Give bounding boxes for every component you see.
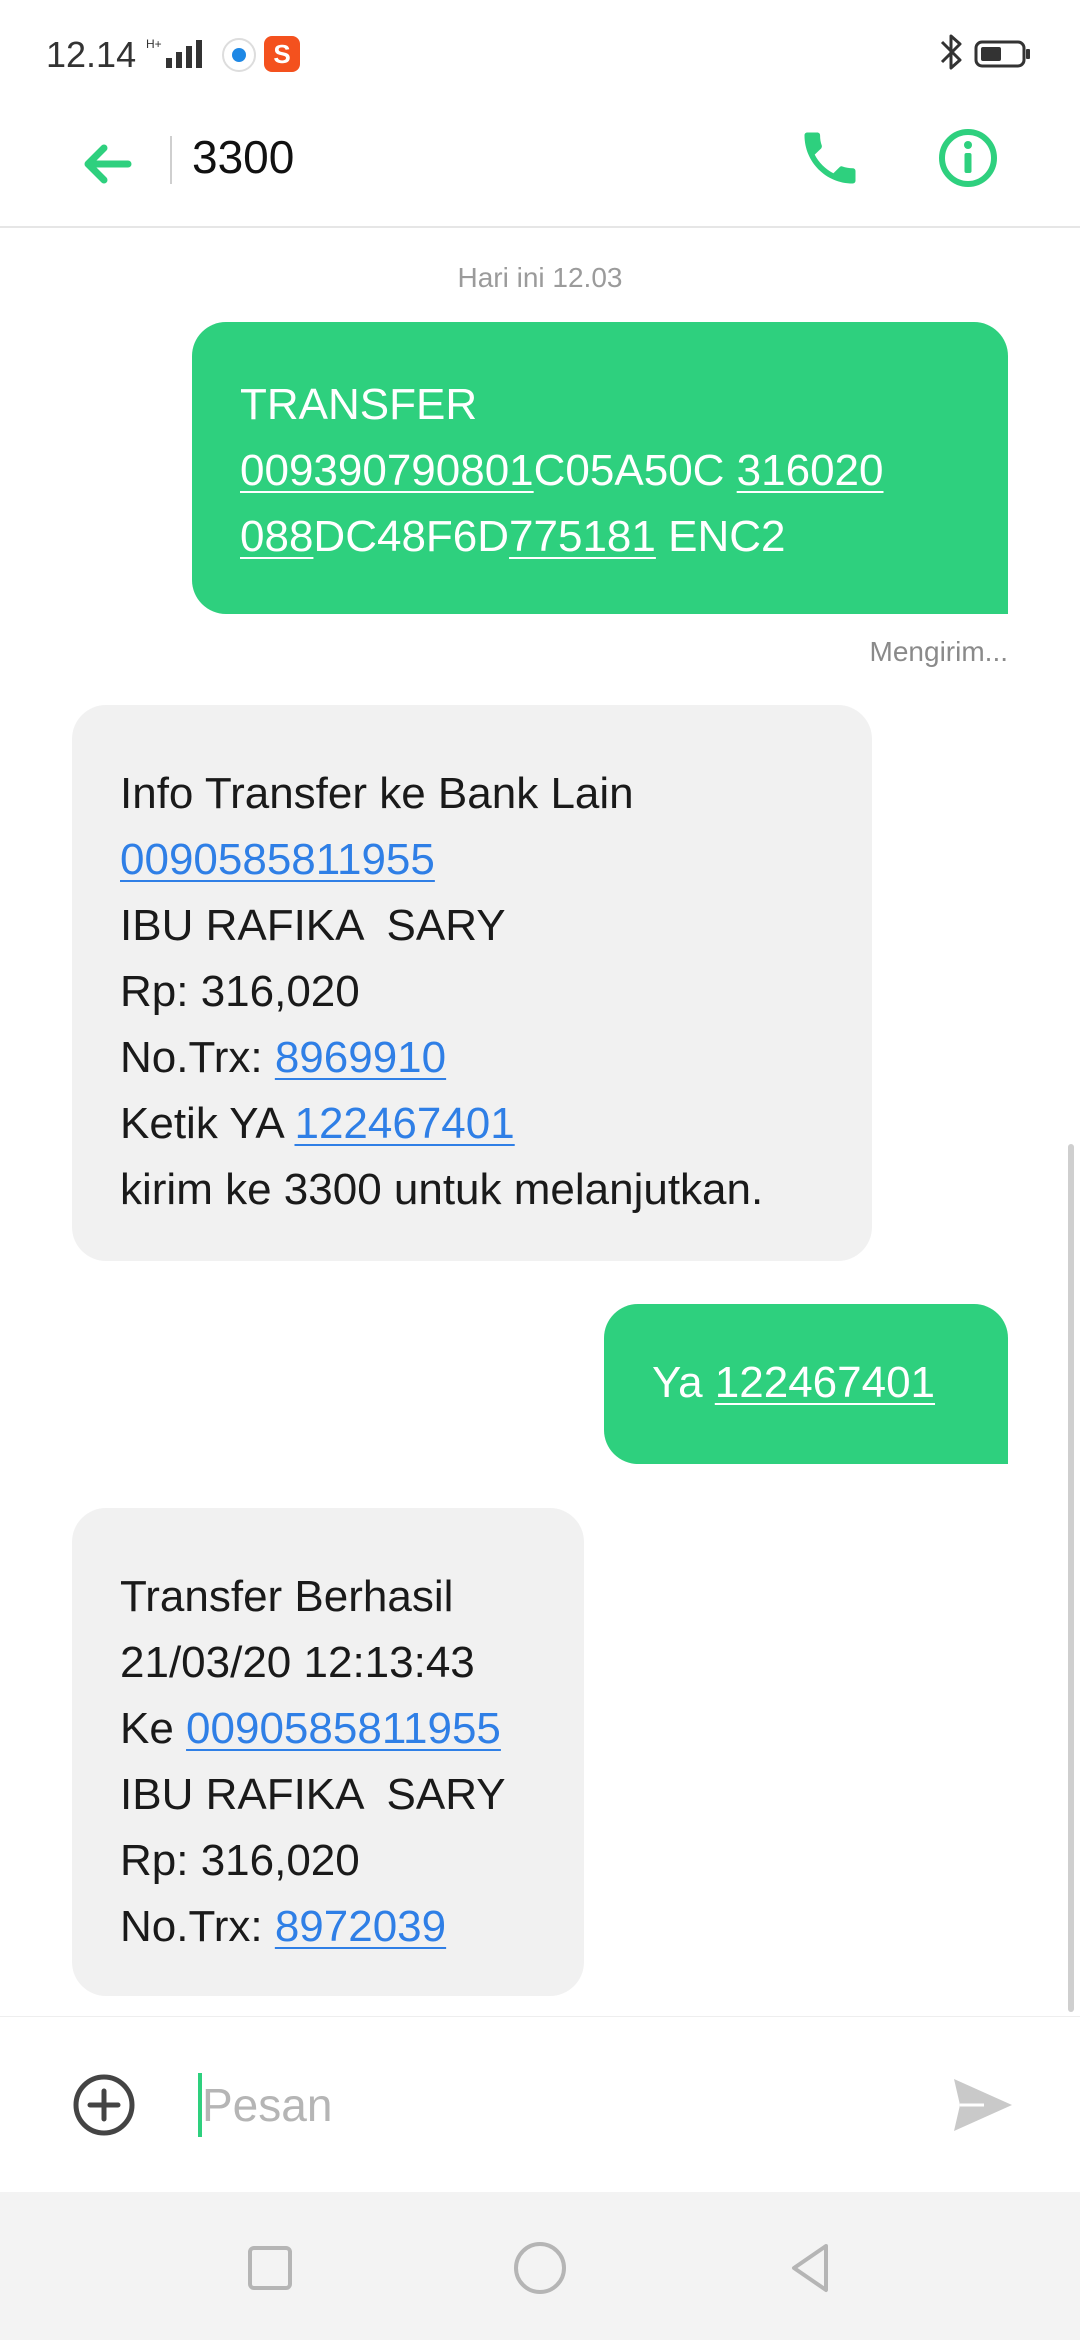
- bluetooth-icon: [940, 34, 962, 70]
- message-text: Ketik YA: [120, 1099, 295, 1148]
- message-text: IBU RAFIKA SARY: [120, 1770, 506, 1819]
- message-link[interactable]: 316020: [737, 446, 884, 495]
- message-line: TRANSFER: [240, 372, 960, 438]
- message-line: Info Transfer ke Bank Lain: [120, 761, 824, 827]
- message-line: Transfer Berhasil: [120, 1564, 536, 1630]
- message-text: No.Trx:: [120, 1902, 275, 1951]
- message-link[interactable]: 0090585811955: [120, 835, 435, 884]
- text-cursor: [198, 2073, 202, 2137]
- message-text: Info Transfer ke Bank Lain: [120, 769, 634, 818]
- message-text: DC48F6D: [313, 512, 510, 561]
- app-notification-icon: [222, 38, 256, 72]
- home-circle-icon[interactable]: [510, 2238, 570, 2298]
- info-icon[interactable]: [934, 124, 1002, 192]
- message-link[interactable]: 8972039: [275, 1902, 446, 1951]
- message-text: ENC2: [655, 512, 786, 561]
- phone-icon[interactable]: [796, 124, 864, 192]
- message-link[interactable]: 009390790801: [240, 446, 534, 495]
- message-link[interactable]: 122467401: [294, 1099, 514, 1148]
- system-nav-bar: [0, 2192, 1080, 2340]
- message-line: 088DC48F6D775181 ENC2: [240, 504, 960, 570]
- recent-apps-square-icon[interactable]: [240, 2238, 300, 2298]
- message-text: TRANSFER: [240, 380, 478, 429]
- message-line: 0090585811955: [120, 827, 824, 893]
- message-link[interactable]: 0090585811955: [186, 1704, 501, 1753]
- message-line: Ke 0090585811955: [120, 1696, 536, 1762]
- message-line: Rp: 316,020: [120, 1828, 536, 1894]
- message-text: Transfer Berhasil: [120, 1572, 454, 1621]
- outgoing-message-bubble[interactable]: TRANSFER 009390790801C05A50C 316020 088DC4…: [192, 322, 1008, 614]
- message-input[interactable]: [196, 2065, 896, 2145]
- status-time: 12.14: [46, 34, 137, 75]
- back-triangle-icon[interactable]: [782, 2238, 842, 2298]
- date-divider: Hari ini 12.03: [457, 262, 623, 293]
- battery-icon: [974, 40, 1030, 68]
- status-bar: 12.14 H+ S: [0, 0, 1080, 110]
- back-arrow-icon[interactable]: [70, 128, 142, 200]
- message-link[interactable]: 775181: [509, 512, 656, 561]
- message-text: Rp: 316,020: [120, 967, 360, 1016]
- message-text: Rp: 316,020: [120, 1836, 360, 1885]
- signal-icon: H+: [146, 37, 202, 68]
- message-line: Ketik YA 122467401: [120, 1091, 824, 1157]
- message-line: Rp: 316,020: [120, 959, 824, 1025]
- outgoing-message-bubble[interactable]: Ya 122467401: [604, 1304, 1008, 1464]
- plus-circle-icon[interactable]: [72, 2073, 136, 2137]
- scrollbar[interactable]: [1068, 1144, 1074, 2012]
- message-line: IBU RAFIKA SARY: [120, 1762, 536, 1828]
- send-icon[interactable]: [950, 2073, 1016, 2137]
- message-line: Ya 122467401: [652, 1350, 960, 1416]
- header-divider: [170, 136, 172, 184]
- incoming-message-bubble[interactable]: Info Transfer ke Bank Lain 0090585811955 I…: [72, 705, 872, 1261]
- message-line: 009390790801C05A50C 316020: [240, 438, 960, 504]
- contact-title: 3300: [192, 131, 295, 183]
- message-line: IBU RAFIKA SARY: [120, 893, 824, 959]
- message-text: Ya: [652, 1358, 715, 1407]
- shop-notification-icon: S: [264, 36, 300, 72]
- message-text: No.Trx:: [120, 1033, 275, 1082]
- conversation-header: 3300: [0, 110, 1080, 228]
- message-link[interactable]: 8969910: [275, 1033, 446, 1082]
- message-line: No.Trx: 8969910: [120, 1025, 824, 1091]
- message-link[interactable]: 088: [240, 512, 313, 561]
- message-text: Ke: [120, 1704, 187, 1753]
- message-line: kirim ke 3300 untuk melanjutkan.: [120, 1157, 824, 1223]
- message-text: IBU RAFIKA SARY: [120, 901, 506, 950]
- message-text: 21/03/20 12:13:43: [120, 1638, 475, 1687]
- message-status: Mengirim...: [869, 636, 1008, 667]
- message-line: No.Trx: 8972039: [120, 1894, 536, 1960]
- message-link[interactable]: 122467401: [715, 1358, 935, 1407]
- incoming-message-bubble[interactable]: Transfer Berhasil 21/03/20 12:13:43 Ke 009…: [72, 1508, 584, 1996]
- message-line: 21/03/20 12:13:43: [120, 1630, 536, 1696]
- message-text: C05A50C: [533, 446, 737, 495]
- message-text: kirim ke 3300 untuk melanjutkan.: [120, 1165, 764, 1214]
- network-type: H+: [146, 37, 162, 51]
- compose-bar: [0, 2016, 1080, 2193]
